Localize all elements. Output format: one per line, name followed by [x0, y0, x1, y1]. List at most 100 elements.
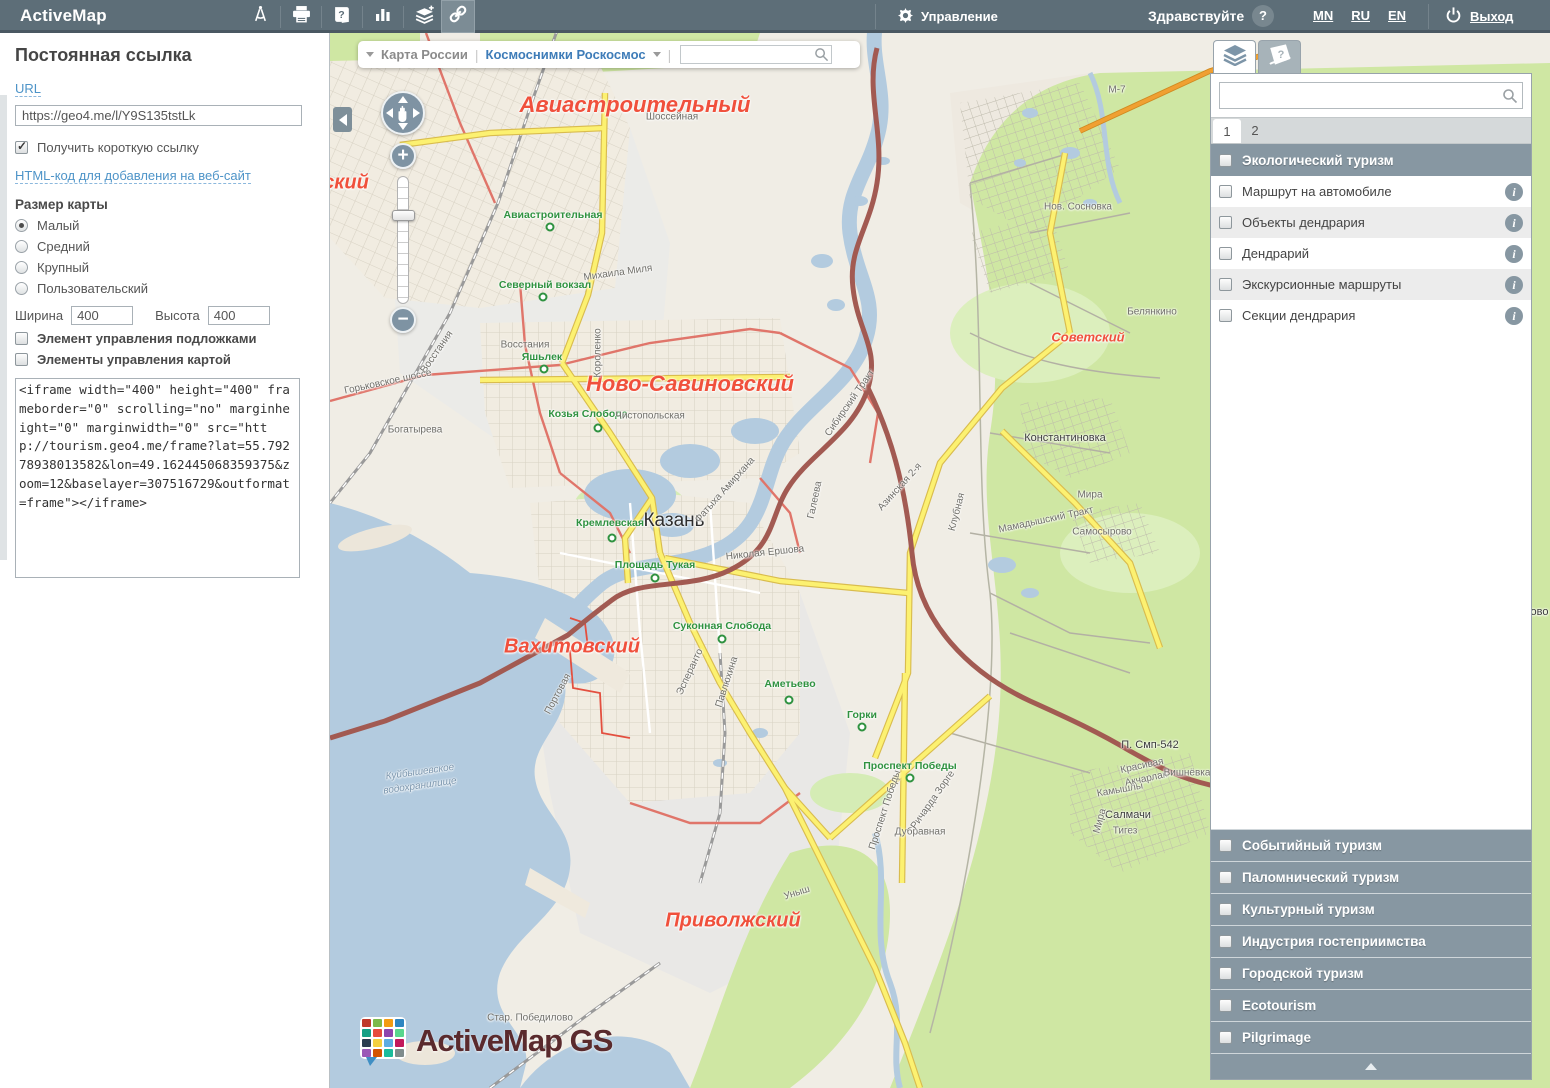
layers-search-input[interactable] [1219, 82, 1523, 109]
map-controls-checkbox[interactable] [15, 353, 28, 366]
html-code-link[interactable]: HTML-код для добавления на веб-сайт [15, 168, 251, 184]
layer-group-expanded[interactable]: Экологический туризм [1211, 144, 1531, 176]
panel-edge-strip [0, 95, 7, 560]
layer-checkbox[interactable] [1219, 216, 1232, 229]
size-option-1[interactable]: Малый [15, 218, 315, 233]
zoom-in-button[interactable]: + [390, 143, 416, 169]
map-layer-toolbar: Карта России | Космоснимки Роскосмос | [358, 41, 860, 68]
radio-icon[interactable] [15, 240, 28, 253]
logout-button[interactable]: Выход [1444, 0, 1513, 33]
pan-control[interactable] [381, 91, 425, 135]
layer-row[interactable]: Объекты дендрарияi [1211, 207, 1531, 238]
layer-group-collapsed[interactable]: Pilgrimage [1211, 1021, 1531, 1053]
baselayer-control-option[interactable]: Элемент управления подложками [15, 331, 315, 346]
stats-tool-button[interactable] [366, 0, 400, 33]
short-link-option[interactable]: Получить короткую ссылку [15, 140, 315, 155]
layer-checkbox[interactable] [1219, 247, 1232, 260]
layer-row[interactable]: Экскурсионные маршруты i [1211, 269, 1531, 300]
group-checkbox[interactable] [1219, 967, 1232, 980]
size-option-4[interactable]: Пользовательский [15, 281, 315, 296]
layer-info-icon[interactable]: i [1505, 276, 1523, 294]
lang-ru[interactable]: RU [1351, 8, 1370, 23]
layer-group-collapsed[interactable]: Городской туризм [1211, 957, 1531, 989]
layer-checkbox[interactable] [1219, 185, 1232, 198]
map-search-input[interactable] [680, 45, 832, 64]
size-option-2[interactable]: Средний [15, 239, 315, 254]
layer-checkbox[interactable] [1219, 278, 1232, 291]
greeting-label: Здравствуйте [1148, 8, 1244, 24]
layer-info-icon[interactable]: i [1505, 183, 1523, 201]
width-input[interactable] [71, 306, 133, 325]
help-tool-button[interactable]: ? [325, 0, 359, 33]
attribution-text: ActiveMap GS [416, 1023, 612, 1059]
layer-group-collapsed[interactable]: Ecotourism [1211, 989, 1531, 1021]
url-link[interactable]: URL [15, 81, 41, 97]
group-label: Ecotourism [1242, 998, 1316, 1013]
layers-panel: ? 1 2 Экологический туризм Маршрут на ав… [1210, 40, 1532, 1080]
layer-info-icon[interactable]: i [1505, 307, 1523, 325]
add-layers-tool-button[interactable] [407, 0, 441, 33]
group-checkbox[interactable] [1219, 871, 1232, 884]
add-layers-icon [414, 5, 435, 29]
baselayer-control-checkbox[interactable] [15, 332, 28, 345]
layer-list: Маршрут на автомобилеiОбъекты дендрарияi… [1211, 176, 1531, 331]
group-checkbox[interactable] [1219, 935, 1232, 948]
layer-group-collapsed[interactable]: Культурный туризм [1211, 893, 1531, 925]
tab-legend[interactable]: ? [1258, 40, 1301, 73]
share-link-tool-button[interactable] [441, 0, 475, 33]
layer-label: Экскурсионные маршруты [1242, 277, 1401, 292]
tab-layers[interactable] [1213, 40, 1256, 73]
size-option-label: Малый [37, 218, 79, 233]
map-controls-option[interactable]: Элементы управления картой [15, 352, 315, 367]
accordion-collapse-button[interactable] [1211, 1053, 1531, 1079]
size-option-3[interactable]: Крупный [15, 260, 315, 275]
help-badge[interactable]: ? [1252, 5, 1274, 27]
url-input[interactable] [15, 105, 302, 126]
embed-code-textarea[interactable] [15, 378, 300, 578]
zoom-slider[interactable] [397, 176, 409, 304]
management-button[interactable]: Управление [898, 0, 998, 33]
layer-info-icon[interactable]: i [1505, 245, 1523, 263]
size-option-label: Крупный [37, 260, 89, 275]
toolbar-separator [321, 6, 322, 28]
radio-icon[interactable] [15, 219, 28, 232]
toolbar-separator [362, 6, 363, 28]
group-checkbox[interactable] [1219, 154, 1232, 167]
zoom-slider-handle[interactable] [392, 210, 415, 221]
lang-mn[interactable]: MN [1313, 8, 1333, 23]
print-tool-button[interactable] [284, 0, 318, 33]
height-input[interactable] [208, 306, 270, 325]
layer-checkbox[interactable] [1219, 309, 1232, 322]
short-link-checkbox[interactable] [15, 141, 28, 154]
collapse-panel-button[interactable] [333, 107, 352, 132]
layer-group-collapsed[interactable]: Паломнический туризм [1211, 861, 1531, 893]
layer-group-collapsed[interactable]: Индустрия гостеприимства [1211, 925, 1531, 957]
layer-row[interactable]: Дендрарийi [1211, 238, 1531, 269]
satellite-layer-selector[interactable]: Космоснимки Роскосмос [486, 47, 646, 62]
search-icon[interactable] [1502, 88, 1517, 103]
layer-row[interactable]: Маршрут на автомобиле i [1211, 176, 1531, 207]
page-tab-1[interactable]: 1 [1213, 119, 1241, 143]
legend-map-icon: ? [1267, 44, 1293, 71]
group-checkbox[interactable] [1219, 839, 1232, 852]
page-tab-2[interactable]: 2 [1241, 118, 1269, 143]
group-checkbox[interactable] [1219, 999, 1232, 1012]
zoom-out-button[interactable]: − [390, 307, 416, 333]
layer-info-icon[interactable]: i [1505, 214, 1523, 232]
radio-icon[interactable] [15, 261, 28, 274]
toolbar-divider [1428, 4, 1429, 29]
group-checkbox[interactable] [1219, 903, 1232, 916]
layer-row[interactable]: Секции дендрарияi [1211, 300, 1531, 331]
chevron-down-icon[interactable] [653, 52, 661, 57]
layer-group-collapsed[interactable]: Событийный туризм [1211, 829, 1531, 861]
radio-icon[interactable] [15, 282, 28, 295]
basemap-selector[interactable]: Карта России [381, 47, 468, 62]
search-icon[interactable] [814, 47, 829, 62]
power-icon [1444, 6, 1463, 28]
map-canvas[interactable]: АвиастроительныйНово-СавиновскийВахитовс… [330, 33, 1550, 1088]
chevron-down-icon[interactable] [366, 52, 374, 57]
lang-en[interactable]: EN [1388, 8, 1406, 23]
measure-tool-button[interactable] [243, 0, 277, 33]
layer-label: Маршрут на автомобиле [1242, 184, 1392, 199]
group-checkbox[interactable] [1219, 1031, 1232, 1044]
